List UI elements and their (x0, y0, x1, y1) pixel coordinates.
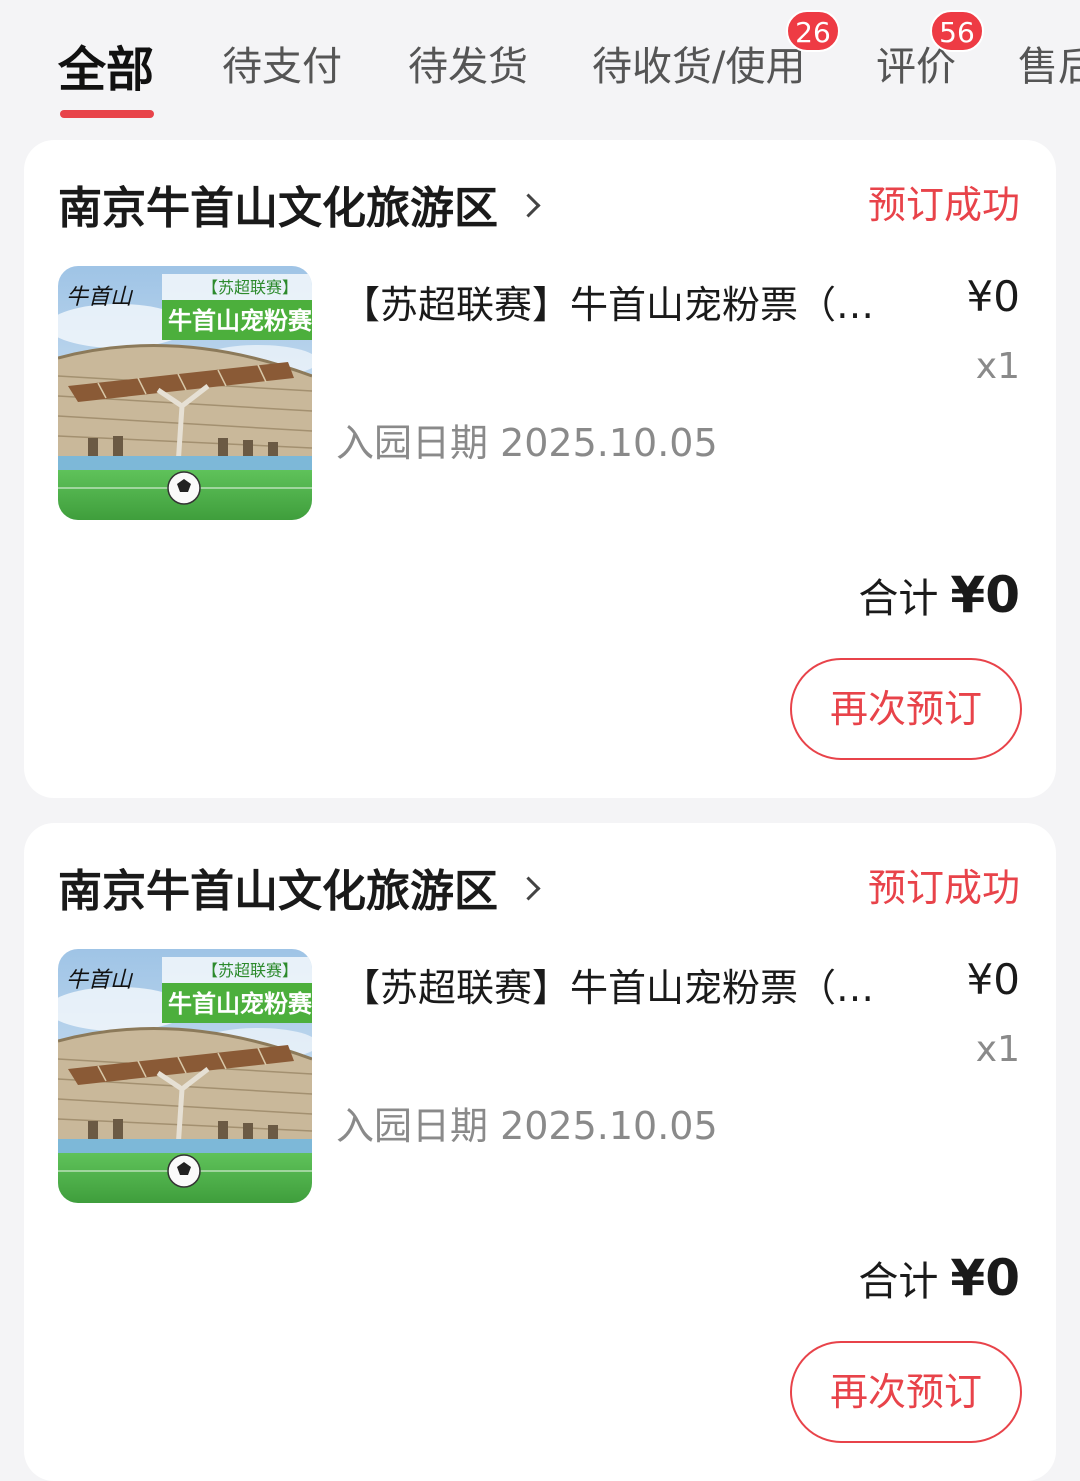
order-tabs: 全部 待支付 待发货 待收货/使用 26 评价 56 售后 (0, 0, 1080, 130)
order-status: 预订成功 (867, 183, 1020, 227)
product-price: ¥0 (966, 955, 1020, 1004)
tab-all[interactable]: 全部 (58, 30, 154, 100)
product-title[interactable]: 【苏超联赛】牛首山宠粉票（… (342, 274, 904, 329)
product-thumbnail[interactable]: 牛首山 【苏超联赛】 牛首山宠粉赛 (58, 266, 312, 520)
shop-name: 南京牛首山文化旅游区 (58, 866, 498, 917)
pending-receipt-count-badge: 26 (786, 10, 840, 52)
tab-pending-receipt[interactable]: 待收货/使用 (592, 34, 805, 92)
thumbnail-logo: 牛首山 (66, 285, 134, 310)
total-value: ¥0 (950, 1249, 1020, 1307)
total-value: ¥0 (950, 566, 1020, 624)
thumbnail-banner-top: 【苏超联赛】 (202, 961, 298, 980)
tab-pending-payment[interactable]: 待支付 (222, 34, 342, 92)
order-total: 合计 ¥0 (858, 1249, 1020, 1307)
order-total: 合计 ¥0 (858, 566, 1020, 624)
shop-link[interactable]: 南京牛首山文化旅游区 (58, 855, 541, 919)
product-title[interactable]: 【苏超联赛】牛首山宠粉票（… (342, 957, 904, 1012)
order-status: 预订成功 (867, 866, 1020, 910)
product-quantity: x1 (975, 346, 1020, 387)
thumbnail-logo: 牛首山 (66, 968, 134, 993)
thumbnail-banner-main: 牛首山宠粉赛 (168, 307, 312, 335)
visit-date: 入园日期 2025.10.05 (336, 1104, 718, 1148)
shop-link[interactable]: 南京牛首山文化旅游区 (58, 172, 541, 236)
order-card[interactable]: 南京牛首山文化旅游区 预订成功 牛首山 【苏超联赛】 牛首山宠粉赛 【苏超联赛】… (24, 140, 1056, 798)
thumbnail-banner-main: 牛首山宠粉赛 (168, 990, 312, 1018)
chevron-right-icon (516, 192, 541, 218)
chevron-right-icon (516, 875, 541, 901)
thumbnail-banner-top: 【苏超联赛】 (202, 278, 298, 297)
active-tab-indicator (60, 110, 154, 118)
tab-pending-shipment[interactable]: 待发货 (408, 34, 528, 92)
rebook-button[interactable]: 再次预订 (790, 1341, 1022, 1443)
product-thumbnail[interactable]: 牛首山 【苏超联赛】 牛首山宠粉赛 (58, 949, 312, 1203)
rebook-button[interactable]: 再次预订 (790, 658, 1022, 760)
order-card[interactable]: 南京牛首山文化旅游区 预订成功 牛首山 【苏超联赛】 牛首山宠粉赛 【苏超联赛】… (24, 823, 1056, 1481)
review-count-badge: 56 (930, 10, 984, 52)
tab-after-sales[interactable]: 售后 (1018, 34, 1080, 92)
product-price: ¥0 (966, 272, 1020, 321)
visit-date: 入园日期 2025.10.05 (336, 421, 718, 465)
product-quantity: x1 (975, 1029, 1020, 1070)
total-label: 合计 (858, 576, 939, 622)
shop-name: 南京牛首山文化旅游区 (58, 183, 498, 234)
total-label: 合计 (858, 1259, 939, 1305)
